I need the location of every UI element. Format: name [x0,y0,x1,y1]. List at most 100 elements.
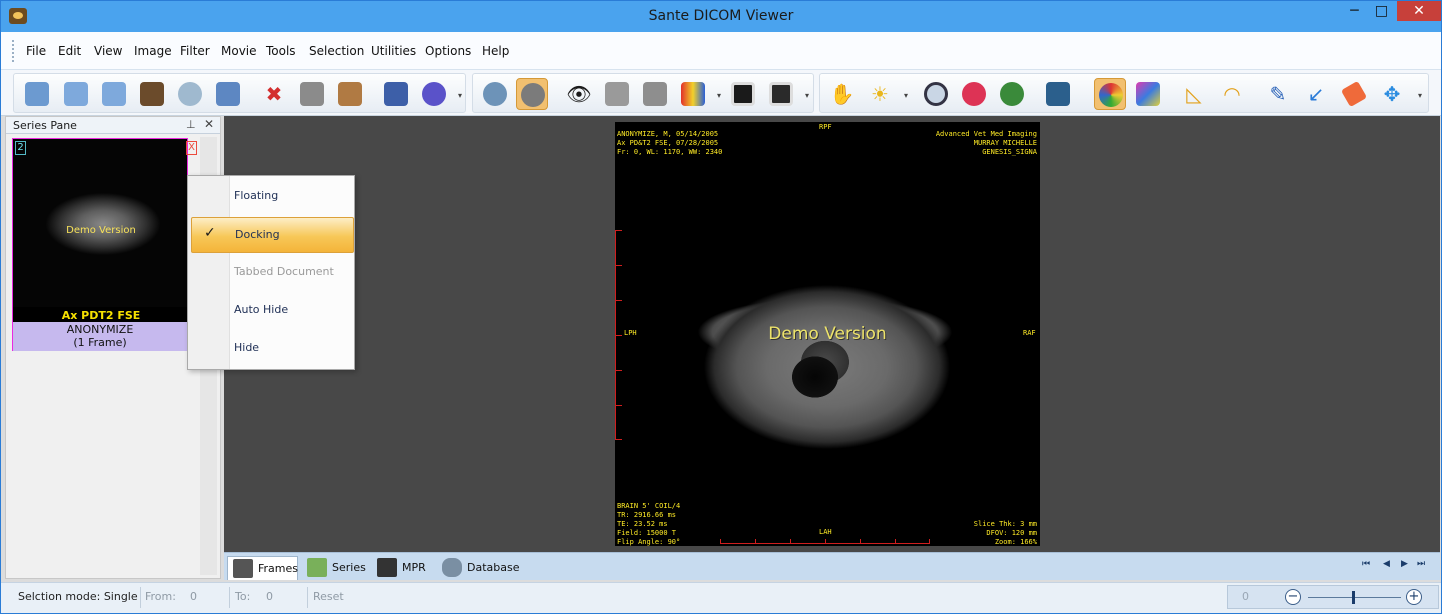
sync-icon[interactable] [479,78,511,110]
color-palette-icon[interactable] [677,78,709,110]
protractor-icon[interactable]: ◠ [1216,78,1248,110]
folder-stack-icon[interactable] [21,78,53,110]
menu-movie[interactable]: Movie [221,44,257,58]
last-page-icon[interactable]: ⏭ [1417,559,1425,569]
series-pane-title: Series Pane [13,119,77,132]
eye-icon[interactable]: 👁 [563,78,595,110]
zoom-region-icon[interactable] [996,78,1028,110]
menu-help[interactable]: Help [482,44,509,58]
zoom-value: 0 [1242,590,1249,603]
menu-item-label: Hide [234,341,260,354]
menu-grip[interactable] [12,40,15,62]
window-fit-icon[interactable] [765,78,797,110]
menu-item-docking[interactable]: ✓ Docking [191,217,354,253]
maximize-button[interactable]: □ [1368,1,1395,21]
brightness-dropdown-icon[interactable]: ▾ [902,91,910,100]
delete-file-icon[interactable]: ✖ [258,78,290,110]
orientation-top: RPF [819,123,832,131]
overlay-zoom: Zoom: 166% [994,538,1037,546]
next-page-icon[interactable]: ▶ [1401,559,1408,569]
tab-mpr[interactable]: MPR [372,556,430,580]
menu-image[interactable]: Image [134,44,172,58]
frames-icon [233,559,253,578]
series-icon [307,558,327,577]
menu-options[interactable]: Options [425,44,471,58]
tab-frames[interactable]: Frames [227,556,298,580]
menu-item-floating[interactable]: Floating [188,179,354,215]
status-bar: Selction mode: Single From: 0 To: 0 Rese… [1,582,1441,613]
first-page-icon[interactable]: ⏮ [1362,559,1370,569]
menu-filter[interactable]: Filter [180,44,210,58]
toolbar-overflow-icon[interactable]: ▾ [456,91,464,100]
annotate-pen-icon[interactable] [1042,78,1074,110]
minimize-button[interactable]: ─ [1341,1,1368,21]
lungs-icon[interactable] [639,78,671,110]
rgb-icon[interactable] [1132,78,1164,110]
toolbar-overflow-2-icon[interactable]: ▾ [803,91,811,100]
tab-series[interactable]: Series [302,556,368,580]
series-thumbnail[interactable]: 2 X Demo Version Ax PDT2 FSE ANONYMIZE (… [12,138,197,351]
move-icon[interactable]: ✥ [1376,78,1408,110]
overlay-slice-thickness: Slice Thk: 3 mm [973,520,1037,528]
scanner-icon[interactable] [136,78,168,110]
xray-icon[interactable] [601,78,633,110]
menu-selection[interactable]: Selection [309,44,364,58]
menu-item-auto-hide[interactable]: Auto Hide [188,293,354,329]
status-divider [307,587,308,608]
status-divider [229,587,230,608]
tab-database[interactable]: Database [437,556,527,580]
brightness-icon[interactable]: ☀ [864,78,896,110]
title-bar[interactable]: Sante DICOM Viewer ─ □ ✕ [1,1,1441,32]
zoom-area-icon[interactable] [958,78,990,110]
cd-icon[interactable] [174,78,206,110]
pane-close-icon[interactable]: ✕ [204,117,214,131]
folder-icon[interactable] [60,78,92,110]
prev-page-icon[interactable]: ◀ [1383,559,1390,569]
magnifier-icon[interactable] [920,78,952,110]
report-icon[interactable] [380,78,412,110]
menu-edit[interactable]: Edit [58,44,81,58]
mri-image-panel[interactable]: ANONYMIZE, M, 05/14/2005 Ax PD&T2 FSE, 0… [615,122,1040,546]
menu-tools[interactable]: Tools [266,44,296,58]
zoom-in-button[interactable]: + [1406,589,1422,605]
series-pane-header[interactable]: Series Pane ⊥ ✕ [6,117,220,134]
hand-pan-icon[interactable]: ✋ [826,78,858,110]
overlay-tr: TR: 2916.66 ms [617,511,677,519]
pencil-icon[interactable]: ✎ [1262,78,1294,110]
status-divider [140,587,141,608]
arrow-icon[interactable]: ↙ [1300,78,1332,110]
zoom-slider-thumb[interactable] [1352,591,1355,604]
overlay-top-left: ANONYMIZE, M, 05/14/2005 Ax PD&T2 FSE, 0… [617,130,722,157]
print-icon[interactable] [296,78,328,110]
menu-utilities[interactable]: Utilities [371,44,416,58]
overlay-physician: MURRAY MICHELLE [973,139,1037,147]
overlay-coil: BRAIN 5' COIL/4 [617,502,681,510]
reset-button[interactable]: Reset [313,590,344,603]
pin-icon[interactable]: ⊥ [186,118,196,131]
network-icon[interactable] [212,78,244,110]
color-map-icon[interactable] [1094,78,1126,110]
menu-item-label: Docking [235,228,280,241]
menu-item-label: Floating [234,189,279,202]
ruler-triangle-icon[interactable]: ◺ [1178,78,1210,110]
clipboard-icon[interactable] [334,78,366,110]
menu-view[interactable]: View [94,44,122,58]
menu-item-hide[interactable]: Hide [188,331,354,367]
database-icon [442,558,462,577]
image-viewer[interactable]: ANONYMIZE, M, 05/14/2005 Ax PD&T2 FSE, 0… [224,116,1440,552]
window-level-icon[interactable] [727,78,759,110]
folder-open-icon[interactable] [98,78,130,110]
pane-context-menu: Floating ✓ Docking Tabbed Document Auto … [187,175,355,370]
window-title: Sante DICOM Viewer [648,8,794,24]
toolbar-overflow-3-icon[interactable]: ▾ [1416,91,1424,100]
thumbnail-close-icon[interactable]: X [186,141,197,155]
eraser-icon[interactable] [1338,78,1370,110]
info-icon[interactable] [418,78,450,110]
menu-file[interactable]: File [26,44,46,58]
menu-item-label: Tabbed Document [234,265,334,278]
link-icon[interactable] [516,78,548,110]
app-window: Sante DICOM Viewer ─ □ ✕ File Edit View … [0,0,1442,614]
palette-dropdown-icon[interactable]: ▾ [715,91,723,100]
close-button[interactable]: ✕ [1397,1,1441,21]
zoom-out-button[interactable]: − [1285,589,1301,605]
